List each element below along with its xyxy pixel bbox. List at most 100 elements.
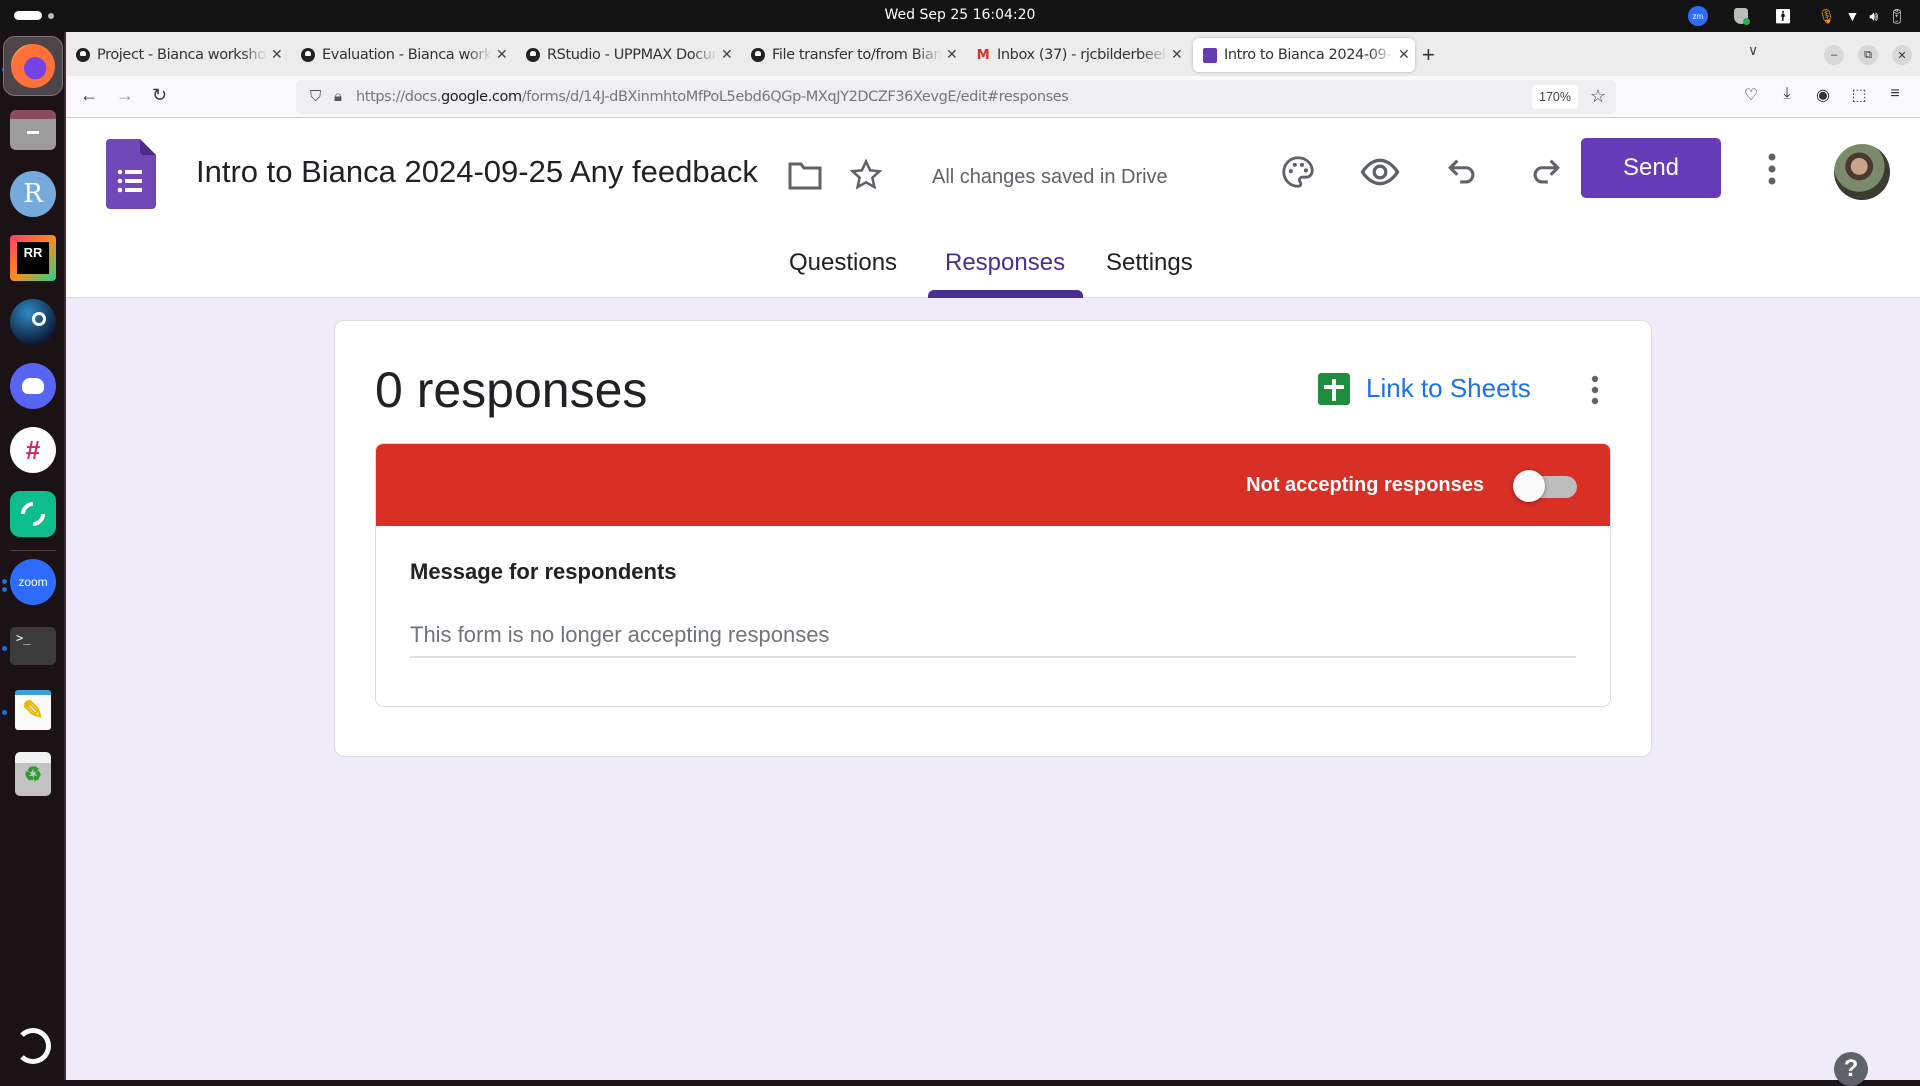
shield-update-icon[interactable] [1733,8,1750,25]
tab-close-icon[interactable]: ✕ [496,47,508,63]
dock-terminal[interactable]: >_ [9,622,57,670]
tab-bar: Project - Bianca workshop ✕ Evaluation -… [66,32,1920,76]
volume-icon[interactable]: 🔊︎ [1869,8,1878,25]
github-icon [301,48,315,62]
zoom-level[interactable]: 170% [1532,85,1578,109]
navigation-toolbar: ← → ↻ ⛉ 🔒︎ https://docs.google.com/forms… [66,76,1920,118]
help-icon: ? [1843,1055,1859,1082]
microphone-icon[interactable]: 🎙︎ [1818,8,1836,25]
tab-responses[interactable]: Responses [945,249,1065,277]
close-window-button[interactable]: ✕ [1892,45,1912,65]
send-button[interactable]: Send [1581,138,1721,198]
message-for-respondents-input[interactable] [410,614,1576,658]
accepting-responses-toggle[interactable] [1513,470,1577,502]
minimize-button[interactable]: – [1824,45,1844,65]
trash-icon: ♻ [15,752,51,796]
github-icon [76,48,90,62]
reload-icon[interactable]: ↻ [152,85,167,106]
google-forms-logo[interactable] [106,139,156,209]
responses-count: 0 responses [375,362,648,418]
undo-button[interactable] [1439,148,1487,196]
google-sheets-icon[interactable] [1318,373,1350,405]
tab-close-icon[interactable]: ✕ [946,47,958,63]
restore-button[interactable]: ⧉ [1858,45,1878,65]
zoom-icon: zoom [10,559,56,605]
customize-theme-button[interactable] [1274,148,1322,196]
url-bar[interactable]: ⛉ 🔒︎ https://docs.google.com/forms/d/14J… [296,80,1616,114]
pocket-icon[interactable]: ♡ [1741,85,1761,105]
browser-tab[interactable]: M Inbox (37) - rjcbilderbeek ✕ [966,38,1183,72]
more-options-icon[interactable] [1766,149,1778,189]
zoom-tray-icon[interactable]: zm [1687,6,1708,26]
tab-label: Inbox (37) - rjcbilderbeek [997,47,1167,63]
bookmark-star-icon[interactable]: ☆ [1590,86,1606,107]
terminal-icon: >_ [10,627,56,665]
undo-icon [1448,159,1475,184]
new-tab-button[interactable]: + [1422,42,1435,68]
browser-tab[interactable]: Project - Bianca workshop ✕ [66,38,283,72]
system-top-bar: Wed Sep 25 16:04:20 zm 🚹︎ 🎙︎ ▼ 🔊︎ 🔋︎ [0,0,1920,32]
dock-r[interactable]: R [9,170,57,218]
lock-icon[interactable]: 🔒︎ [334,88,342,105]
dock-firefox[interactable] [3,36,63,96]
text-editor-icon: ✎ [15,690,51,730]
wifi-icon[interactable]: ▼ [1846,8,1860,24]
dock-steam[interactable] [9,298,57,346]
ubuntu-apps-icon [15,1028,51,1064]
dock-slack[interactable]: # [9,426,57,474]
tab-close-icon[interactable]: ✕ [271,47,283,63]
tracking-protection-icon[interactable]: ⛉ [310,88,321,105]
preview-button[interactable] [1356,148,1404,196]
form-title[interactable]: Intro to Bianca 2024-09-25 Any feedback [196,154,758,190]
move-to-folder-icon[interactable] [788,160,822,190]
responses-more-options-icon[interactable] [1589,373,1601,407]
message-for-respondents-label: Message for respondents [410,559,677,584]
tab-close-icon[interactable]: ✕ [1398,47,1410,63]
forward-icon[interactable]: → [116,85,134,106]
account-icon[interactable]: ◉ [1813,85,1833,105]
tab-settings[interactable]: Settings [1106,249,1193,277]
dock-discord[interactable] [9,362,57,410]
tab-questions[interactable]: Questions [789,249,897,277]
redo-icon [1533,159,1560,184]
downloads-icon[interactable]: ⤓ [1777,85,1797,103]
r-icon: R [10,171,56,217]
menu-icon[interactable]: ≡ [1885,85,1905,103]
palette-icon [1282,156,1314,188]
firefox-window: Project - Bianca workshop ✕ Evaluation -… [66,32,1920,1086]
url-text[interactable]: https://docs.google.com/forms/d/14J-dBXi… [356,89,1069,105]
browser-tab[interactable]: File transfer to/from Bianca ✕ [741,38,958,72]
link-to-sheets-button[interactable]: Link to Sheets [1366,373,1531,404]
dock-show-apps[interactable] [9,1022,57,1070]
extensions-icon[interactable]: ⬚ [1849,85,1869,105]
dock-rustrover[interactable]: RR [9,234,57,282]
browser-tab-active[interactable]: Intro to Bianca 2024-09-25 ✕ [1193,38,1415,72]
not-accepting-banner: Not accepting responses [376,444,1610,526]
tab-label: Intro to Bianca 2024-09-25 [1224,47,1394,63]
eye-icon [1360,158,1400,186]
help-button[interactable]: ? [1834,1052,1868,1086]
accessibility-icon[interactable]: 🚹︎ [1774,8,1792,25]
dock-files[interactable] [9,106,57,154]
running-indicator [2,587,7,592]
redo-button[interactable] [1521,148,1569,196]
dock-element[interactable] [9,490,57,538]
browser-tab[interactable]: Evaluation - Bianca workshop ✕ [291,38,508,72]
running-indicator [2,646,7,651]
account-avatar[interactable] [1834,144,1890,200]
star-icon[interactable] [849,158,883,192]
running-indicator [2,710,7,715]
battery-icon[interactable]: 🔋︎ [1888,8,1906,25]
element-icon [10,491,56,537]
list-tabs-icon[interactable]: ∨ [1748,42,1758,59]
dock-zoom[interactable]: zoom [9,558,57,606]
dock-trash[interactable]: ♻ [9,750,57,798]
back-icon[interactable]: ← [80,85,98,106]
system-tray[interactable]: zm 🚹︎ 🎙︎ ▼ 🔊︎ 🔋︎ [1687,4,1906,28]
tab-close-icon[interactable]: ✕ [721,47,733,63]
clock[interactable]: Wed Sep 25 16:04:20 [0,7,1920,23]
dock-text-editor[interactable]: ✎ [9,686,57,734]
save-status: All changes saved in Drive [932,166,1168,188]
tab-close-icon[interactable]: ✕ [1171,47,1183,63]
browser-tab[interactable]: RStudio - UPPMAX Documentation ✕ [516,38,733,72]
